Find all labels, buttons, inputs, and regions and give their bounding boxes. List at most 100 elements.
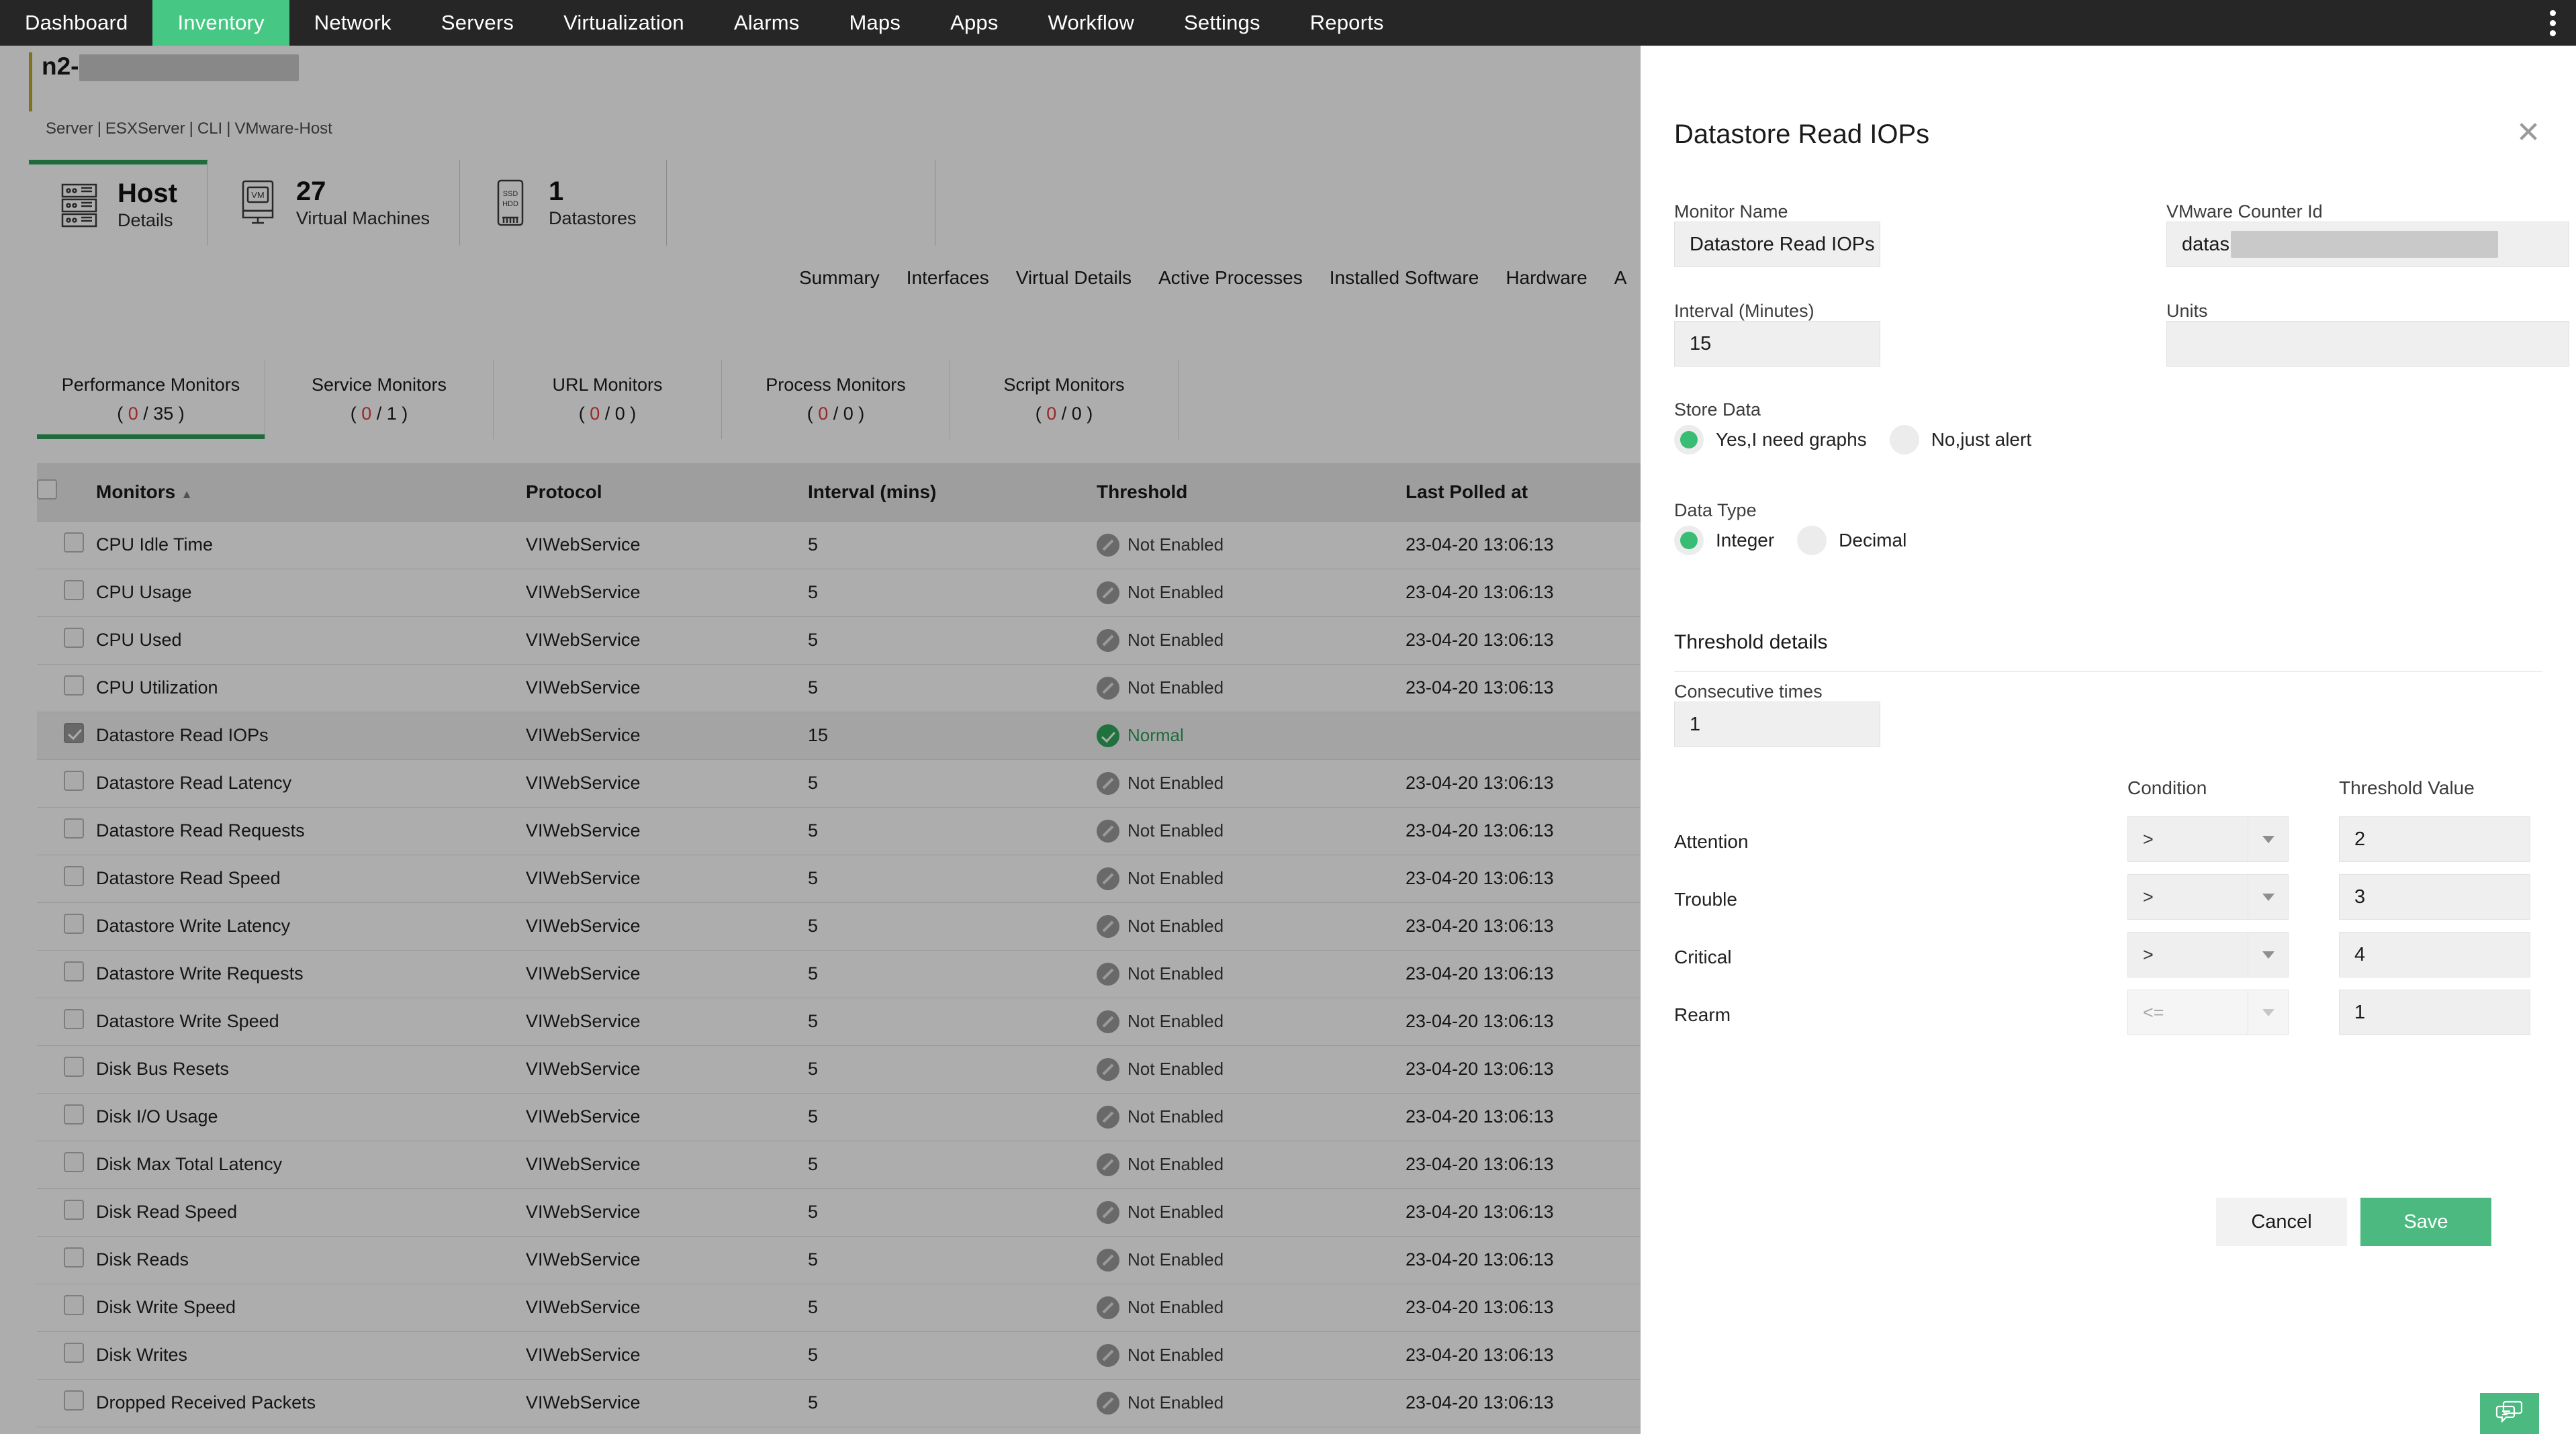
row-checkbox[interactable] (64, 675, 84, 696)
monitor-tab-script-monitors[interactable]: Script Monitors ( 0 / 0 ) (950, 360, 1179, 439)
cell-monitor-name[interactable]: Disk Bus Resets (96, 1045, 526, 1094)
cell-monitor-name[interactable]: CPU Idle Time (96, 521, 526, 569)
save-button[interactable]: Save (2360, 1198, 2491, 1246)
select-all-checkbox[interactable] (37, 479, 57, 500)
topnav-item-reports[interactable]: Reports (1285, 0, 1409, 46)
condition-select-trouble[interactable]: > (2127, 874, 2289, 920)
column-header-threshold[interactable]: Threshold (1097, 463, 1406, 522)
table-row[interactable]: Dropped Transmitted PacketsVIWebService5… (37, 1427, 1721, 1434)
chat-support-button[interactable] (2480, 1393, 2539, 1434)
topnav-item-settings[interactable]: Settings (1159, 0, 1285, 46)
table-row[interactable]: CPU Idle Time VIWebService 5 Not Enabled 23-… (37, 521, 1721, 569)
table-row[interactable]: CPU Used VIWebService 5 Not Enabled 23-04-20… (37, 616, 1721, 665)
cell-monitor-name[interactable]: Datastore Read Latency (96, 759, 526, 808)
topnav-item-network[interactable]: Network (289, 0, 416, 46)
monitor-tab-performance-monitors[interactable]: Performance Monitors ( 0 / 35 ) (37, 360, 265, 439)
cell-monitor-name[interactable]: Dropped Received Packets (96, 1379, 526, 1427)
card-host-details[interactable]: Host Details (29, 160, 208, 246)
row-checkbox[interactable] (64, 532, 84, 553)
row-checkbox[interactable] (64, 1009, 84, 1029)
cell-monitor-name[interactable]: Datastore Write Speed (96, 998, 526, 1046)
threshold-value-input-rearm[interactable]: 1 (2339, 990, 2530, 1035)
cell-monitor-name[interactable]: Disk Write Speed (96, 1284, 526, 1332)
threshold-value-input-trouble[interactable]: 3 (2339, 874, 2530, 920)
sub-tab-a[interactable]: A (1614, 267, 1627, 289)
monitor-tab-service-monitors[interactable]: Service Monitors ( 0 / 1 ) (265, 360, 494, 439)
row-checkbox[interactable] (64, 818, 84, 839)
topnav-item-servers[interactable]: Servers (416, 0, 539, 46)
cell-monitor-name[interactable]: Datastore Write Requests (96, 950, 526, 998)
cell-monitor-name[interactable]: Datastore Read Requests (96, 807, 526, 855)
table-row[interactable]: Disk Writes VIWebService 5 Not Enabled 23-04… (37, 1331, 1721, 1380)
data-type-integer-radio[interactable] (1674, 526, 1704, 555)
topnav-item-maps[interactable]: Maps (824, 0, 925, 46)
cell-monitor-name[interactable]: Datastore Write Latency (96, 902, 526, 951)
row-checkbox[interactable] (64, 628, 84, 648)
interval-input[interactable]: 15 (1674, 321, 1880, 367)
store-data-option-yes-radio[interactable] (1674, 425, 1704, 455)
row-checkbox[interactable] (64, 1152, 84, 1172)
sub-tab-interfaces[interactable]: Interfaces (907, 267, 989, 289)
table-row[interactable]: Disk Max Total Latency VIWebService 5 Not E… (37, 1141, 1721, 1189)
topnav-item-dashboard[interactable]: Dashboard (0, 0, 152, 46)
column-header-protocol[interactable]: Protocol (526, 463, 808, 522)
condition-select-attention[interactable]: > (2127, 816, 2289, 862)
vmware-counter-id-input[interactable]: datas (2166, 222, 2569, 267)
sub-tab-summary[interactable]: Summary (799, 267, 880, 289)
sub-tab-installed-software[interactable]: Installed Software (1330, 267, 1479, 289)
table-row[interactable]: Datastore Read Requests VIWebService 5 Not … (37, 807, 1721, 855)
row-checkbox[interactable] (64, 1200, 84, 1220)
topnav-item-alarms[interactable]: Alarms (709, 0, 825, 46)
row-checkbox[interactable] (64, 961, 84, 982)
row-checkbox[interactable] (64, 1057, 84, 1077)
table-row[interactable]: CPU Utilization VIWebService 5 Not Enabled 2… (37, 664, 1721, 712)
threshold-value-input-critical[interactable]: 4 (2339, 932, 2530, 977)
monitor-tab-url-monitors[interactable]: URL Monitors ( 0 / 0 ) (494, 360, 722, 439)
cell-monitor-name[interactable]: CPU Utilization (96, 664, 526, 712)
data-type-decimal-radio[interactable] (1797, 526, 1827, 555)
table-row[interactable]: CPU Usage VIWebService 5 Not Enabled 23-04-2… (37, 569, 1721, 617)
topnav-item-inventory[interactable]: Inventory (152, 0, 289, 46)
condition-select-critical[interactable]: > (2127, 932, 2289, 977)
sub-tab-active-processes[interactable]: Active Processes (1158, 267, 1303, 289)
table-row[interactable]: Datastore Read IOPs VIWebService 15 Normal (37, 712, 1721, 760)
row-checkbox[interactable] (64, 1343, 84, 1363)
table-row[interactable]: Datastore Read Speed VIWebService 5 Not Ena… (37, 855, 1721, 903)
topnav-item-workflow[interactable]: Workflow (1023, 0, 1160, 46)
card-datastores[interactable]: SSD HDD 1 Datastores (460, 160, 667, 246)
row-checkbox[interactable] (64, 1247, 84, 1268)
consecutive-times-input[interactable]: 1 (1674, 702, 1880, 747)
table-row[interactable]: Disk I/O Usage VIWebService 5 Not Enabled 23… (37, 1093, 1721, 1141)
cell-monitor-name[interactable]: CPU Used (96, 616, 526, 665)
row-checkbox[interactable] (64, 723, 84, 743)
row-checkbox[interactable] (64, 771, 84, 791)
cell-monitor-name[interactable]: Disk I/O Usage (96, 1093, 526, 1141)
row-checkbox[interactable] (64, 1104, 84, 1125)
table-row[interactable]: Datastore Read Latency VIWebService 5 Not E… (37, 759, 1721, 808)
close-icon[interactable]: ✕ (2513, 118, 2544, 150)
cell-monitor-name[interactable]: CPU Usage (96, 569, 526, 617)
sub-tab-virtual-details[interactable]: Virtual Details (1016, 267, 1132, 289)
monitor-name-input[interactable]: Datastore Read IOPs (1674, 222, 1880, 267)
cell-monitor-name[interactable]: Datastore Read IOPs (96, 712, 526, 760)
store-data-option-no-radio[interactable] (1889, 425, 1919, 455)
table-row[interactable]: Datastore Write Latency VIWebService 5 Not … (37, 902, 1721, 951)
cell-monitor-name[interactable]: Datastore Read Speed (96, 855, 526, 903)
table-row[interactable]: Disk Write Speed VIWebService 5 Not Enabled… (37, 1284, 1721, 1332)
row-checkbox[interactable] (64, 1295, 84, 1315)
cancel-button[interactable]: Cancel (2216, 1198, 2347, 1246)
cell-monitor-name[interactable]: Disk Writes (96, 1331, 526, 1380)
sub-tab-hardware[interactable]: Hardware (1506, 267, 1587, 289)
row-checkbox[interactable] (64, 914, 84, 934)
cell-monitor-name[interactable]: Disk Max Total Latency (96, 1141, 526, 1189)
table-row[interactable]: Datastore Write Requests VIWebService 5 Not… (37, 950, 1721, 998)
units-input[interactable] (2166, 321, 2569, 367)
row-checkbox[interactable] (64, 866, 84, 886)
table-row[interactable]: Datastore Write Speed VIWebService 5 Not En… (37, 998, 1721, 1046)
table-row[interactable]: Disk Bus Resets VIWebService 5 Not Enabled 2… (37, 1045, 1721, 1094)
cell-monitor-name[interactable]: Dropped Transmitted Packets (96, 1427, 526, 1434)
card-virtual-machines[interactable]: VM 27 Virtual Machines (208, 160, 460, 246)
table-row[interactable]: Dropped Received Packets VIWebService 5 Not… (37, 1379, 1721, 1427)
column-header-monitors[interactable]: Monitors ▲ (96, 463, 526, 522)
cell-monitor-name[interactable]: Disk Reads (96, 1236, 526, 1284)
